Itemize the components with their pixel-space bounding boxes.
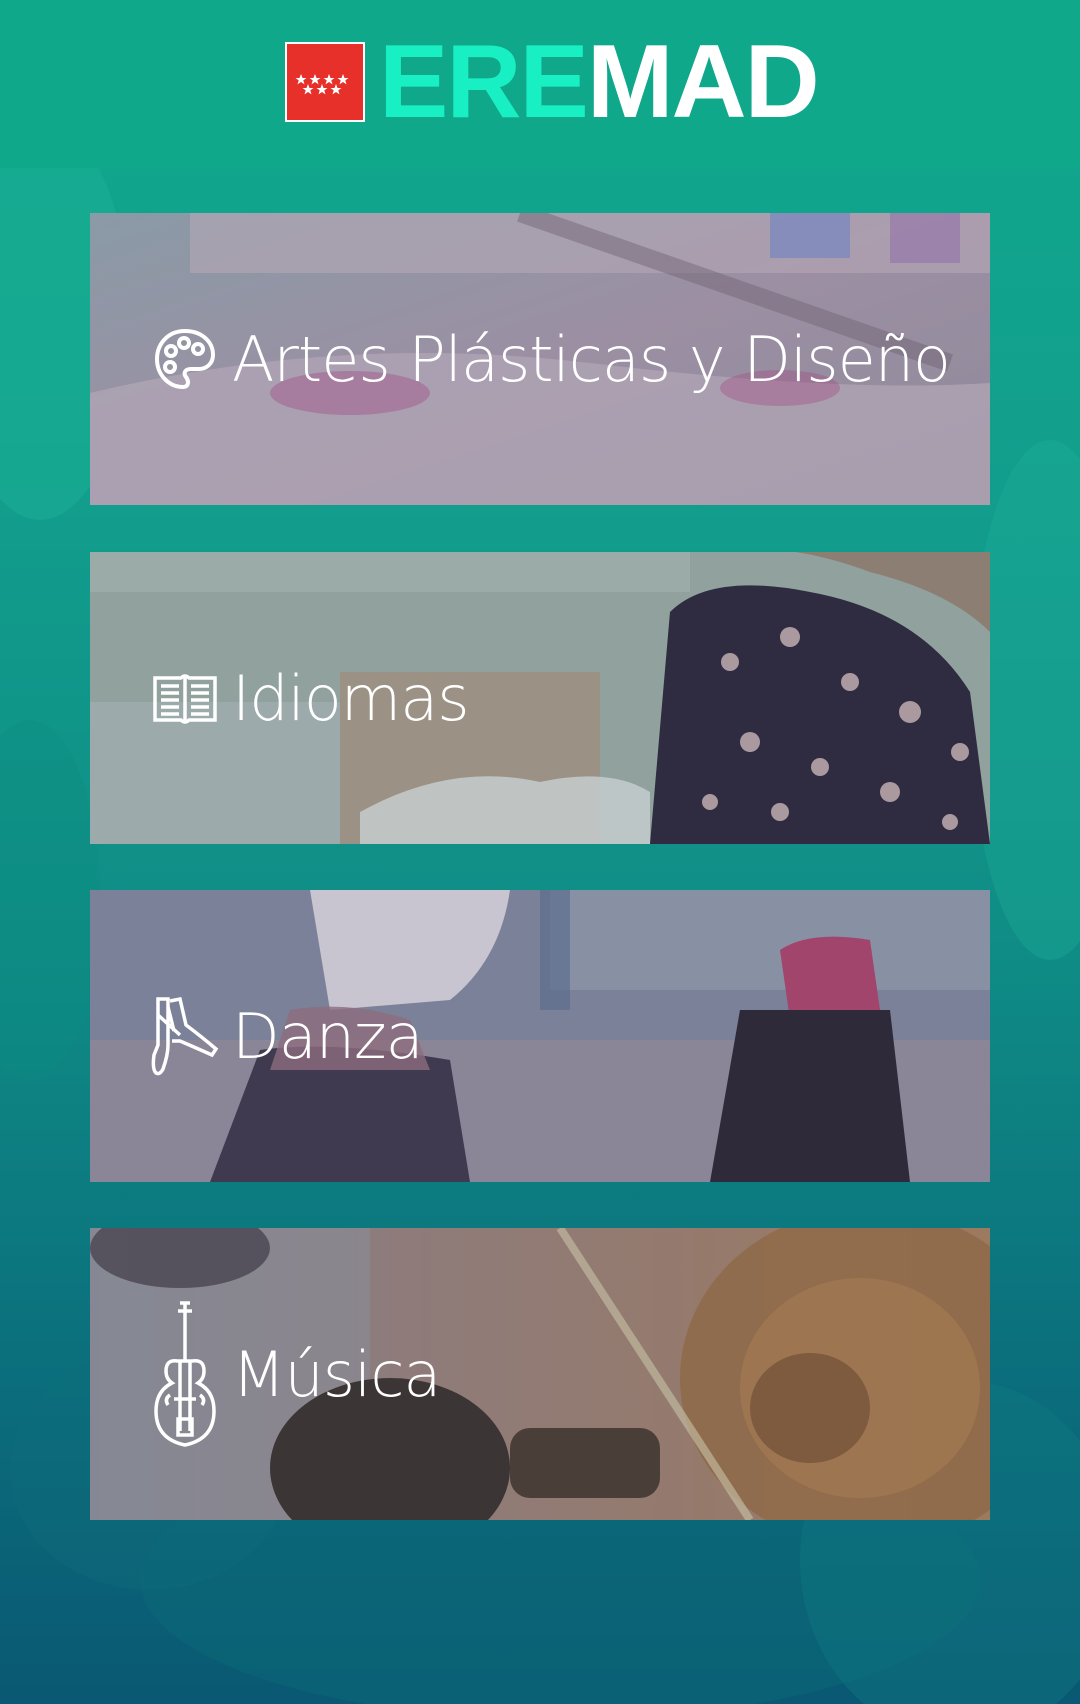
logo-text-mad: MAD — [586, 24, 820, 140]
eremad-logo[interactable]: EREMAD — [285, 30, 820, 134]
palette-icon — [150, 324, 220, 394]
category-label: Danza — [232, 999, 424, 1073]
category-card-idiomas[interactable]: Idiomas — [90, 552, 990, 844]
category-card-artes[interactable]: Artes Plásticas y Diseño — [90, 213, 990, 505]
category-label: Idiomas — [232, 661, 469, 735]
category-label: Música — [232, 1337, 441, 1411]
category-card-musica[interactable]: Música — [90, 1228, 990, 1520]
category-card-danza[interactable]: Danza — [90, 890, 990, 1182]
logo-text-ere: ERE — [379, 24, 589, 140]
violin-icon — [150, 1301, 220, 1447]
book-icon — [150, 663, 220, 733]
category-label: Artes Plásticas y Diseño — [232, 322, 951, 396]
madrid-flag-icon — [285, 42, 365, 122]
header: EREMAD — [0, 0, 1080, 168]
ballet-shoes-icon — [150, 996, 220, 1076]
logo-text: EREMAD — [379, 30, 820, 134]
